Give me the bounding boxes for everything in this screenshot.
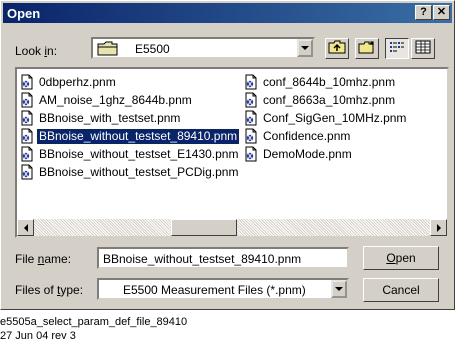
help-button[interactable]: ? (415, 5, 432, 20)
file-name-text: BBnoise_without_testset_89410.pnm (35, 127, 241, 145)
file-item[interactable]: DemoMode.pnm (243, 145, 408, 163)
horizontal-scrollbar[interactable] (17, 219, 447, 236)
scroll-right-button[interactable] (430, 219, 447, 236)
chevron-down-icon (335, 287, 343, 291)
scroll-thumb[interactable] (171, 219, 237, 236)
file-name-text: BBnoise_without_testset_PCDig.pnm (39, 164, 239, 179)
file-name-input[interactable]: BBnoise_without_testset_89410.pnm (97, 247, 349, 269)
file-item[interactable]: conf_8663a_10mhz.pnm (243, 91, 408, 109)
details-view-button[interactable] (411, 38, 435, 59)
look-in-value: E5500 (135, 42, 170, 56)
file-list[interactable]: 0dbperhz.pnm AM_noise_1ghz_8644b.pnm BBnoi… (15, 67, 449, 238)
file-item[interactable]: BBnoise_without_testset_PCDig.pnm (19, 163, 240, 181)
up-one-level-button[interactable] (325, 38, 349, 59)
details-view-icon (415, 40, 431, 57)
pnm-file-icon (19, 146, 35, 162)
file-name-text: conf_8644b_10mhz.pnm (263, 74, 396, 89)
file-name-text: Conf_SigGen_10MHz.pnm (263, 110, 407, 125)
file-name-text: BBnoise_without_testset_E1430.pnm (39, 146, 239, 161)
file-item[interactable]: Conf_SigGen_10MHz.pnm (243, 109, 408, 127)
file-type-label: Files of type: (15, 283, 84, 297)
pnm-file-icon (19, 92, 35, 108)
folder-icon (97, 41, 119, 59)
new-folder-button[interactable] (355, 38, 379, 59)
look-in-label: Look in: (15, 44, 58, 58)
pnm-file-icon (243, 74, 259, 90)
look-in-dropdown-button[interactable] (297, 39, 313, 57)
file-item[interactable]: 0dbperhz.pnm (19, 73, 240, 91)
open-dialog: Open ? ✕ Look in: E5500 0dbperhz.pnm AM_… (0, 0, 455, 310)
chevron-down-icon (301, 46, 309, 50)
pnm-file-icon (243, 146, 259, 162)
file-type-select[interactable]: E5500 Measurement Files (*.pnm) (97, 278, 349, 300)
file-item[interactable]: conf_8644b_10mhz.pnm (243, 73, 408, 91)
file-name-text: BBnoise_with_testset.pnm (39, 110, 181, 125)
title-bar[interactable]: Open ? ✕ (3, 3, 452, 23)
file-name-text: AM_noise_1ghz_8644b.pnm (39, 92, 192, 107)
file-name-text: DemoMode.pnm (263, 146, 352, 161)
open-button[interactable]: Open (363, 246, 439, 270)
pnm-file-icon (243, 110, 259, 126)
pnm-file-icon (243, 128, 259, 144)
arrow-right-icon (436, 223, 441, 232)
file-type-dropdown-button[interactable] (331, 280, 347, 298)
new-folder-icon (358, 40, 376, 57)
window-title: Open (7, 6, 41, 21)
close-button[interactable]: ✕ (433, 5, 450, 20)
look-in-combo[interactable]: E5500 (91, 37, 315, 59)
file-item[interactable]: BBnoise_without_testset_E1430.pnm (19, 145, 240, 163)
arrow-left-icon (23, 223, 28, 232)
file-column-2: conf_8644b_10mhz.pnm conf_8663a_10mhz.pnm… (243, 73, 408, 163)
pnm-file-icon (243, 92, 259, 108)
file-item[interactable]: AM_noise_1ghz_8644b.pnm (19, 91, 240, 109)
file-name-label: File name: (15, 252, 72, 266)
file-name-text: conf_8663a_10mhz.pnm (263, 92, 396, 107)
file-type-value: E5500 Measurement Files (*.pnm) (123, 283, 306, 297)
up-one-level-icon (328, 40, 346, 57)
pnm-file-icon (19, 164, 35, 180)
pnm-file-icon (19, 128, 35, 144)
file-item[interactable]: Confidence.pnm (243, 127, 408, 145)
list-view-icon (389, 40, 405, 57)
file-column-1: 0dbperhz.pnm AM_noise_1ghz_8644b.pnm BBnoi… (19, 73, 241, 181)
pnm-file-icon (19, 74, 35, 90)
file-name-text: 0dbperhz.pnm (39, 74, 116, 89)
caption-filename: e5505a_select_param_def_file_89410 (0, 316, 188, 328)
caption-date-rev: 27 Jun 04 rev 3 (0, 330, 76, 342)
cancel-button[interactable]: Cancel (363, 278, 439, 302)
list-view-button[interactable] (385, 38, 409, 59)
file-item[interactable]: BBnoise_with_testset.pnm (19, 109, 240, 127)
file-name-text: Confidence.pnm (263, 128, 351, 143)
file-item[interactable]: BBnoise_without_testset_89410.pnm (19, 127, 241, 145)
pnm-file-icon (19, 110, 35, 126)
scroll-left-button[interactable] (17, 219, 34, 236)
